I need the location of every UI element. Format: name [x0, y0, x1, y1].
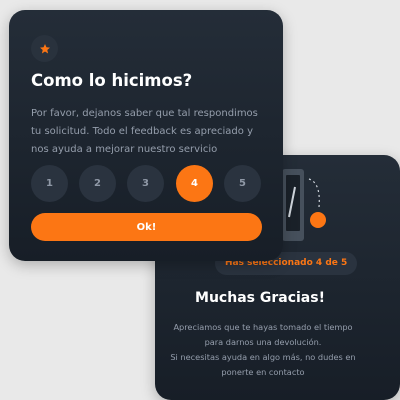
rating-card: Como lo hicimos? Por favor, dejanos sabe…	[9, 10, 283, 261]
rating-button-1[interactable]: 1	[31, 165, 68, 202]
phone-card-illustration	[282, 169, 326, 241]
rating-button-3[interactable]: 3	[127, 165, 164, 202]
rating-description: Por favor, dejanos saber que tal respond…	[31, 108, 258, 155]
thank-you-title: Muchas Gracias!	[195, 290, 325, 306]
rating-button-4[interactable]: 4	[176, 165, 213, 202]
rating-title: Como lo hicimos?	[31, 71, 193, 90]
star-icon	[39, 43, 50, 53]
thank-you-message: Apreciamos que te hayas tomado el tiempo…	[170, 322, 356, 377]
star-badge	[31, 35, 58, 62]
submit-button[interactable]: Ok!	[31, 213, 262, 241]
rating-button-5[interactable]: 5	[224, 165, 261, 202]
rating-button-2[interactable]: 2	[79, 165, 116, 202]
